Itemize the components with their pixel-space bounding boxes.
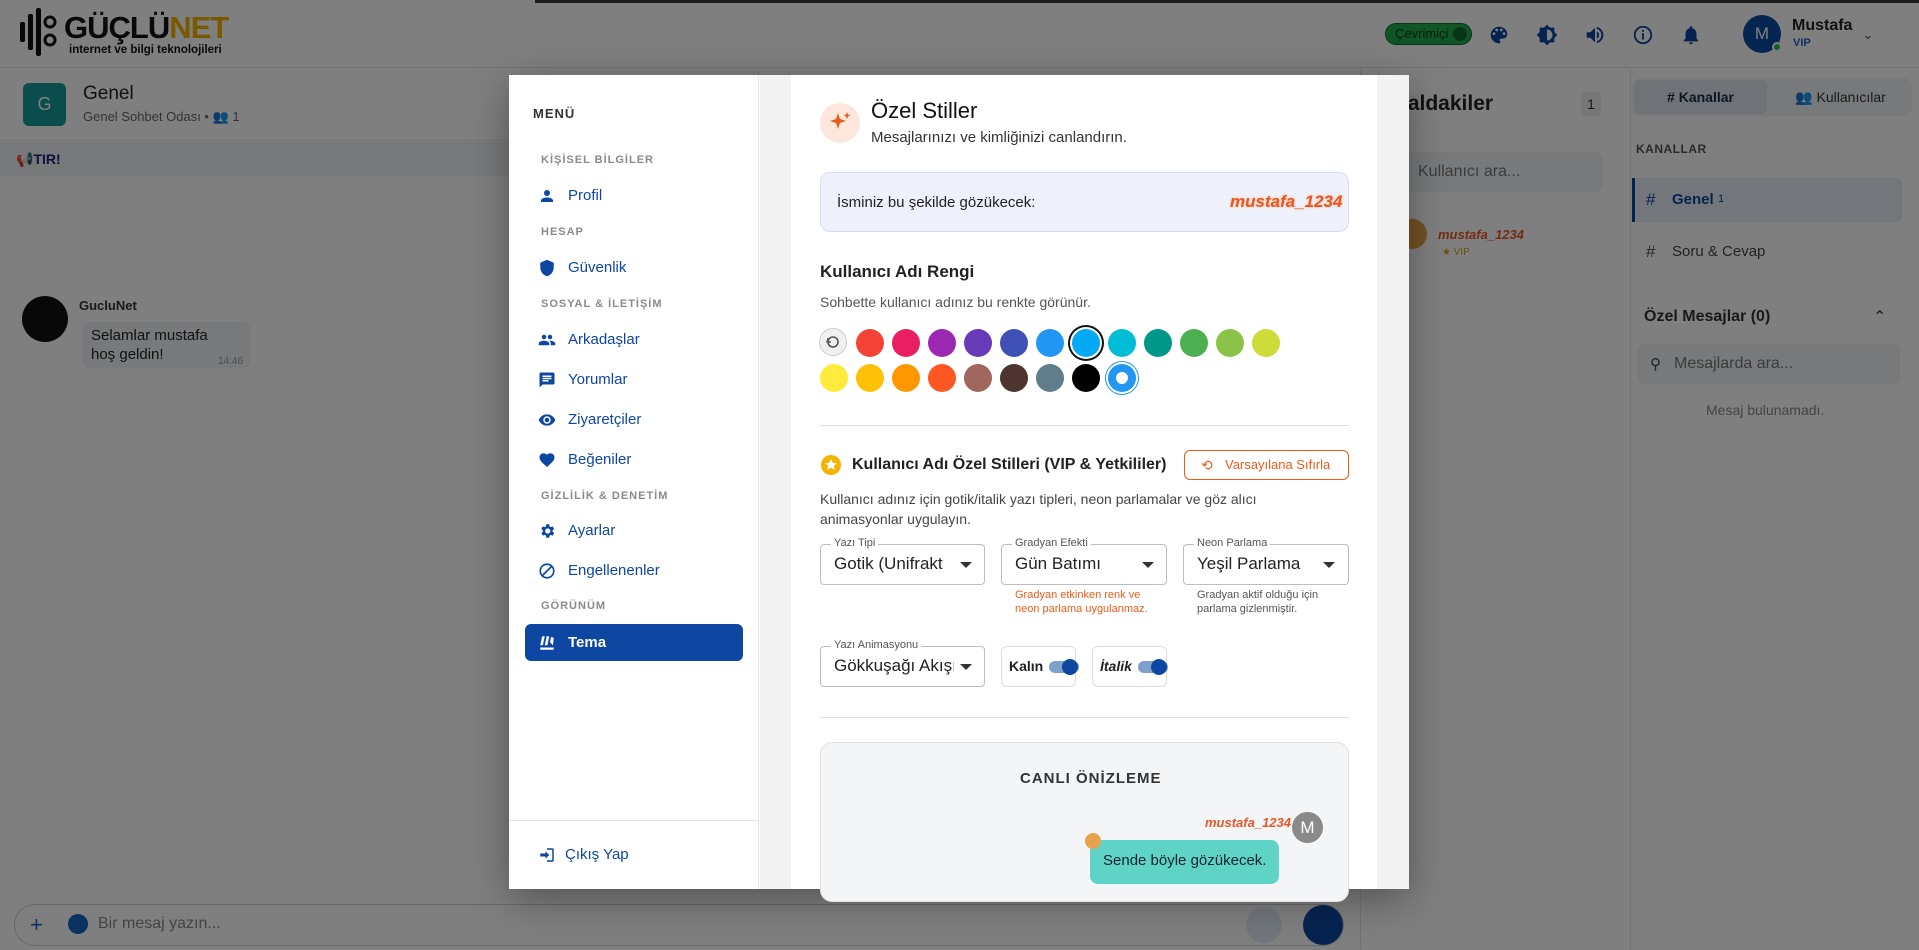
preview-avatar: M xyxy=(1292,812,1323,843)
content-subtitle: Mesajlarınızı ve kimliğinizi canlandırın… xyxy=(871,129,1127,146)
bold-switch-knob xyxy=(1062,659,1078,675)
palette-icon xyxy=(1116,372,1128,384)
preview-message: Sende böyle gözükecek. xyxy=(1103,852,1267,869)
color-header: Kullanıcı Adı Rengi xyxy=(820,262,975,281)
color-subtitle: Sohbette kullanıcı adınız bu renkte görü… xyxy=(820,294,1091,310)
divider xyxy=(820,425,1349,426)
custom-color-picker[interactable] xyxy=(1108,364,1136,392)
comment-icon xyxy=(538,371,556,389)
neon-select-value: Yeşil Parlama xyxy=(1197,554,1301,573)
logout-icon xyxy=(538,846,556,864)
italic-toggle-label: İtalik xyxy=(1100,658,1132,674)
color-swatch[interactable] xyxy=(928,364,956,392)
color-swatch[interactable] xyxy=(1072,364,1100,392)
menu-item-yorumlar[interactable]: Yorumlar xyxy=(568,371,627,388)
chevron-down-icon xyxy=(960,664,972,670)
color-swatch[interactable] xyxy=(820,364,848,392)
gradient-select-label: Gradyan Efekti xyxy=(1012,537,1091,549)
color-swatch[interactable] xyxy=(892,364,920,392)
menu-item-arkadaslar[interactable]: Arkadaşlar xyxy=(568,331,640,348)
reset-color-swatch[interactable] xyxy=(819,328,847,356)
font-select-value: Gotik (Unifrakt xyxy=(834,554,943,573)
divider xyxy=(509,820,759,821)
color-swatch[interactable] xyxy=(964,329,992,357)
neon-select-label: Neon Parlama xyxy=(1194,537,1271,549)
color-swatch[interactable] xyxy=(1180,329,1208,357)
color-swatch[interactable] xyxy=(1036,329,1064,357)
neon-hint: Gradyan aktif olduğu için parlama gizlen… xyxy=(1197,589,1319,615)
chevron-down-icon xyxy=(1142,562,1154,568)
section-sosyal: SOSYAL & İLETİŞİM xyxy=(541,298,663,310)
color-swatch[interactable] xyxy=(928,329,956,357)
color-swatch[interactable] xyxy=(892,329,920,357)
star-icon xyxy=(821,455,841,475)
reset-defaults-label: Varsayılana Sıfırla xyxy=(1225,457,1331,472)
sparkle-icon xyxy=(820,103,860,143)
preview-username: mustafa_1234 xyxy=(1205,815,1291,830)
content-title: Özel Stiller xyxy=(871,98,978,123)
animation-select-label: Yazı Animasyonu xyxy=(831,639,922,651)
section-gorunum: GÖRÜNÜM xyxy=(541,600,607,612)
section-hesap: HESAP xyxy=(541,226,584,238)
eye-icon xyxy=(538,411,556,429)
name-preview-value: mustafa_1234 xyxy=(1230,192,1343,211)
color-swatch[interactable] xyxy=(1000,364,1028,392)
block-icon xyxy=(538,562,556,580)
color-swatch[interactable] xyxy=(856,364,884,392)
color-swatch[interactable] xyxy=(1108,329,1136,357)
menu-item-engellenenler[interactable]: Engellenenler xyxy=(568,562,660,579)
menu-title: MENÜ xyxy=(533,106,576,121)
gradient-select-value: Gün Batımı xyxy=(1015,554,1101,573)
section-kisisel: KİŞİSEL BİLGİLER xyxy=(541,154,654,166)
color-swatch[interactable] xyxy=(1216,329,1244,357)
live-preview-title: CANLI ÖNİZLEME xyxy=(1020,770,1162,787)
people-icon xyxy=(538,331,556,349)
menu-item-ayarlar[interactable]: Ayarlar xyxy=(568,522,615,539)
gear-icon xyxy=(538,522,556,540)
color-swatch[interactable] xyxy=(1072,329,1100,357)
animation-select-value: Gökkuşağı Akışı xyxy=(834,656,954,675)
divider xyxy=(820,717,1349,718)
menu-item-tema-label: Tema xyxy=(568,634,607,651)
heart-icon xyxy=(538,451,556,469)
color-swatch[interactable] xyxy=(1000,329,1028,357)
chevron-down-icon xyxy=(1323,562,1335,568)
chevron-down-icon xyxy=(960,562,972,568)
shield-icon xyxy=(538,259,556,277)
reset-icon: ⟲ xyxy=(1201,457,1213,473)
styles-description: Kullanıcı adınız için gotik/italik yazı … xyxy=(820,491,1257,527)
section-gizlilik: GİZLİLİK & DENETİM xyxy=(541,490,669,502)
menu-item-tema[interactable] xyxy=(525,624,743,661)
styles-header: Kullanıcı Adı Özel Stilleri (VIP & Yetki… xyxy=(852,456,1167,473)
color-swatch[interactable] xyxy=(1252,329,1280,357)
menu-item-ziyaretciler[interactable]: Ziyaretçiler xyxy=(568,411,641,428)
color-swatch[interactable] xyxy=(964,364,992,392)
menu-item-profil[interactable]: Profil xyxy=(568,187,602,204)
preview-badge-icon xyxy=(1085,833,1101,849)
font-select-label: Yazı Tipi xyxy=(831,537,879,549)
color-swatch[interactable] xyxy=(856,329,884,357)
reset-defaults-button[interactable]: ⟲ Varsayılana Sıfırla xyxy=(1184,450,1349,480)
color-swatch[interactable] xyxy=(1036,364,1064,392)
bold-toggle-label: Kalın xyxy=(1009,658,1044,674)
gradient-hint: Gradyan etkinken renk ve neon parlama uy… xyxy=(1015,589,1148,615)
color-swatch[interactable] xyxy=(1144,329,1172,357)
menu-item-begeniler[interactable]: Beğeniler xyxy=(568,451,631,468)
person-icon xyxy=(538,187,556,205)
name-preview-label: İsminiz bu şekilde gözükecek: xyxy=(837,194,1036,211)
logout-button[interactable]: Çıkış Yap xyxy=(565,846,629,863)
theme-icon xyxy=(538,634,556,652)
italic-switch-knob xyxy=(1151,659,1167,675)
menu-item-guvenlik[interactable]: Güvenlik xyxy=(568,259,626,276)
